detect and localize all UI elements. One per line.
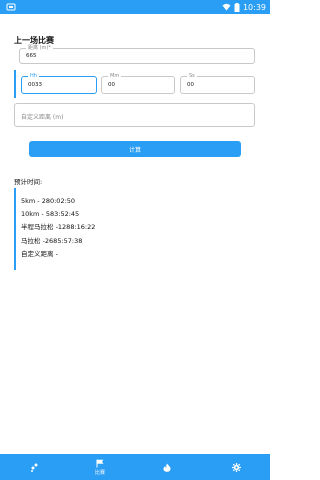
prediction-marathon: 马拉松 -2685:57:38	[21, 236, 83, 245]
predictions-title: 预计时间:	[14, 178, 43, 186]
fire-icon	[163, 463, 171, 472]
custom-distance-placeholder: 自定义距离 (m)	[21, 114, 64, 121]
nav-label-race: 比赛	[94, 469, 105, 476]
custom-distance-field[interactable]: 自定义距离 (m)	[14, 103, 255, 127]
prediction-half-marathon: 半程马拉松 -1288:16:22	[21, 223, 96, 232]
battery-icon	[234, 2, 240, 12]
minutes-label: Mm	[108, 73, 122, 80]
nav-item-fire[interactable]	[147, 454, 187, 480]
flag-icon	[96, 459, 104, 467]
hours-value: 0033	[28, 82, 42, 88]
gear-icon	[231, 462, 241, 472]
bottom-nav: 比赛	[0, 454, 270, 480]
nav-item-settings[interactable]	[216, 454, 256, 480]
prediction-5km: 5km - 280:02:50	[21, 197, 76, 205]
calculate-button[interactable]: 计算	[29, 141, 241, 157]
runner-dots-icon	[30, 463, 37, 472]
distance-value: 665	[26, 53, 37, 59]
status-time: 10:39	[242, 2, 266, 12]
minutes-field[interactable]: Mm 00	[101, 73, 175, 94]
status-bar: 10:39	[0, 0, 270, 14]
time-accent-bar	[14, 70, 16, 98]
seconds-value: 00	[187, 82, 194, 88]
nav-item-race[interactable]: 比赛	[80, 454, 120, 480]
app-indicator-icon	[6, 3, 16, 11]
prediction-10km: 10km - 583:52:45	[21, 210, 80, 219]
hours-label: Hh	[28, 73, 39, 80]
minutes-value: 00	[108, 82, 115, 88]
predictions-list: 5km - 280:02:50 10km - 583:52:45 半程马拉松 -…	[21, 196, 95, 262]
wifi-icon	[222, 3, 231, 11]
results-accent-bar	[14, 188, 16, 270]
prediction-custom: 自定义距离 -	[21, 249, 58, 258]
distance-label: 距离 (m)*	[26, 45, 53, 52]
hours-field[interactable]: Hh 0033	[21, 73, 97, 94]
seconds-field[interactable]: Ss 00	[180, 73, 255, 94]
seconds-label: Ss	[187, 73, 197, 80]
nav-item-runner[interactable]	[14, 454, 54, 480]
distance-field[interactable]: 距离 (m)* 665	[19, 45, 255, 64]
